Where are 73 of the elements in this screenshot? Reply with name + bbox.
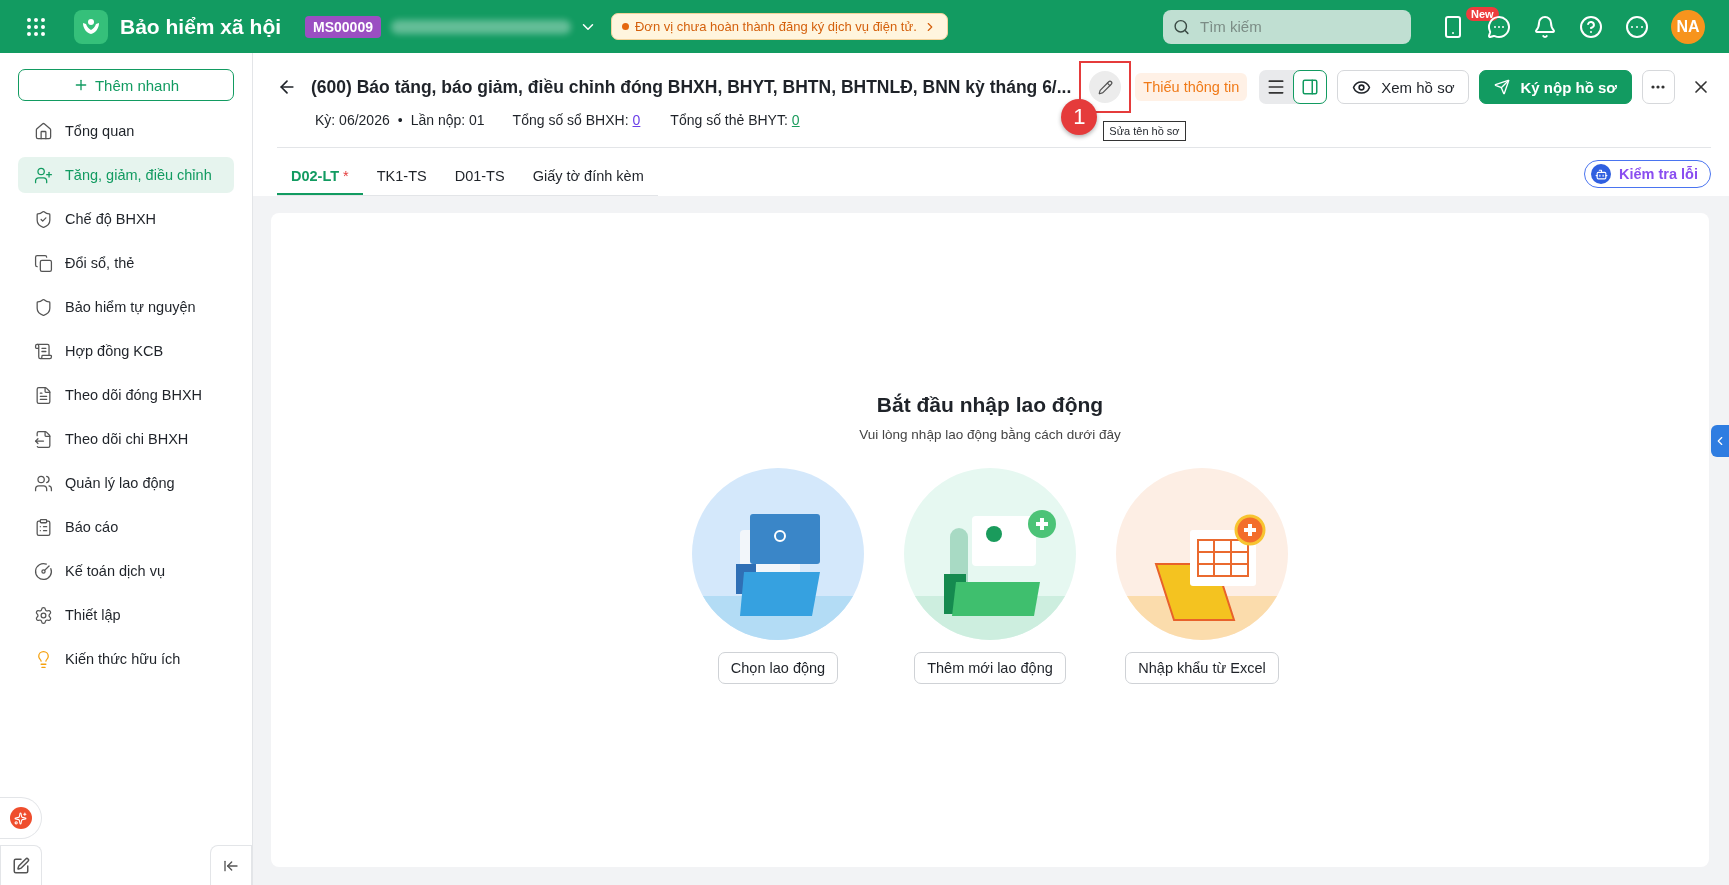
empty-state-subtitle: Vui lòng nhập lao động bằng cách dưới đây: [859, 427, 1121, 442]
check-errors-button[interactable]: Kiểm tra lỗi: [1584, 160, 1711, 188]
meta-label: Tổng số sổ BHXH:: [512, 112, 629, 128]
meta-text: Lần nộp: 01: [410, 112, 485, 128]
gauge-icon: [34, 561, 53, 581]
count-link[interactable]: 0: [632, 112, 641, 128]
tab[interactable]: D02-LT *: [277, 160, 363, 195]
edit-icon[interactable]: [0, 845, 42, 885]
robot-icon: [1591, 164, 1612, 184]
ellipsis-icon: [1651, 85, 1666, 89]
pencil-icon: [1097, 79, 1113, 95]
sidebar-item[interactable]: Tổng quan: [18, 113, 234, 149]
dot-icon: [622, 23, 629, 30]
app-logo: [74, 9, 108, 44]
help-icon[interactable]: [1579, 14, 1603, 39]
panel-icon: [1301, 78, 1320, 96]
tab[interactable]: TK1-TS: [362, 160, 441, 195]
form-title: (600) Báo tăng, báo giảm, điều chỉnh đóng BHXH, BHYT, BHTN, BHTNLĐ, BNN kỳ tháng 6/...: [311, 76, 1072, 98]
app-title: Bảo hiểm xã hội: [120, 14, 282, 39]
count-link[interactable]: 0: [791, 112, 800, 128]
empty-state-title: Bắt đầu nhập lao động: [876, 393, 1104, 417]
shield-icon: [34, 297, 53, 317]
option-button[interactable]: Thêm mới lao động: [914, 652, 1066, 684]
sidebar-item[interactable]: Theo dõi chi BHXH: [18, 421, 234, 457]
clipboard-icon: [34, 517, 53, 537]
quick-add-button[interactable]: Thêm nhanh: [18, 69, 234, 101]
bullet-separator: •: [397, 112, 403, 128]
step-badge: 1: [1061, 99, 1098, 135]
user-plus-icon: [34, 165, 53, 185]
sidebar-item[interactable]: Hợp đồng KCB: [18, 333, 234, 369]
collapse-sidebar-icon[interactable]: [210, 845, 252, 885]
sidebar-item[interactable]: Quản lý lao động: [18, 465, 234, 501]
sidebar-item[interactable]: Kế toán dịch vụ: [18, 553, 234, 589]
tab[interactable]: D01-TS: [440, 160, 519, 195]
search-input[interactable]: Tìm kiếm: [1198, 17, 1401, 36]
meta-text: Kỳ: 06/2026: [315, 112, 390, 128]
view-file-button[interactable]: Xem hồ sơ: [1337, 70, 1470, 104]
more-icon[interactable]: [1625, 14, 1649, 39]
split-view-button[interactable]: [1293, 70, 1328, 104]
unit-code-badge: MS00009: [305, 15, 381, 38]
tab[interactable]: Giấy tờ đính kèm: [518, 160, 658, 195]
sidebar-item[interactable]: Đổi sổ, thẻ: [18, 245, 234, 281]
option-button[interactable]: Chọn lao động: [717, 652, 839, 684]
option-button[interactable]: Nhập khẩu từ Excel: [1125, 652, 1279, 684]
tooltip: Sửa tên hồ sơ: [1103, 121, 1186, 141]
search-icon: [1173, 17, 1190, 36]
sidebar-item[interactable]: Chế độ BHXH: [18, 201, 234, 237]
shield-check-icon: [34, 209, 53, 229]
sidebar-item[interactable]: Thiết lập: [18, 597, 234, 633]
document-icon: [34, 385, 53, 405]
sidebar-item[interactable]: Báo cáo: [18, 509, 234, 545]
bell-icon[interactable]: [1533, 14, 1557, 39]
expand-panel-button[interactable]: [1711, 425, 1729, 457]
search-field[interactable]: Tìm kiếm: [1163, 9, 1411, 44]
sign-submit-button[interactable]: Ký nộp hồ sơ: [1479, 70, 1632, 104]
rename-button[interactable]: [1089, 71, 1122, 103]
scroll-icon: [34, 341, 53, 361]
assistant-button[interactable]: [0, 797, 42, 839]
more-button[interactable]: [1641, 70, 1675, 104]
send-icon: [1494, 79, 1511, 95]
settings-icon: [34, 605, 53, 625]
copy-icon: [34, 253, 53, 273]
users-icon: [34, 473, 53, 493]
sidebar-item[interactable]: Bảo hiểm tự nguyện: [18, 289, 234, 325]
meta-label: Tổng số thẻ BHYT:: [670, 112, 788, 128]
document-arrow-icon: [34, 429, 53, 449]
sidebar-item[interactable]: Theo dõi đóng BHXH: [18, 377, 234, 413]
registration-notice[interactable]: Đơn vị chưa hoàn thành đăng ký dịch vụ điện tử.: [611, 13, 948, 40]
new-badge: New: [1466, 6, 1499, 21]
sparkle-icon: [9, 807, 32, 829]
sidebar-item[interactable]: Kiến thức hữu ích: [18, 641, 234, 677]
status-badge: Thiếu thông tin: [1135, 73, 1248, 101]
house-icon: [34, 121, 53, 141]
